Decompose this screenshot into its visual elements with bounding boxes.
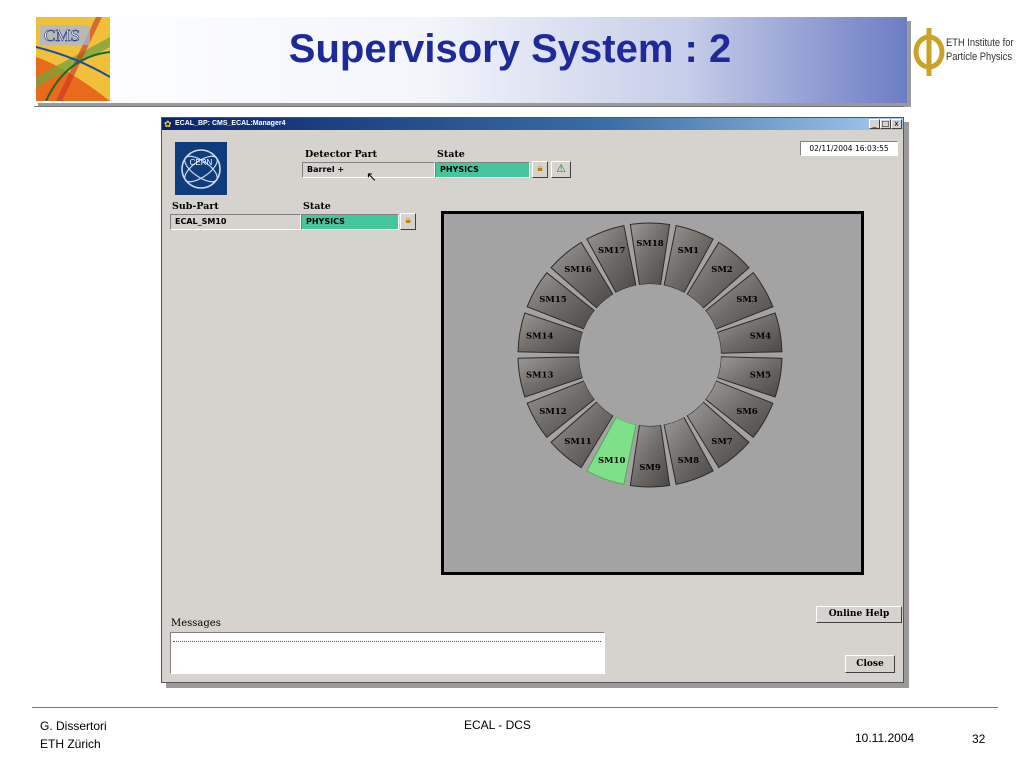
mouse-pointer-icon: ↖ <box>366 170 377 185</box>
sector-label-sm9: SM9 <box>639 463 661 473</box>
header-divider <box>34 106 904 107</box>
maximize-button[interactable]: □ <box>880 119 891 129</box>
detector-lock-button[interactable]: 🔒︎ <box>532 161 548 178</box>
sector-label-sm15: SM15 <box>539 295 566 305</box>
footer-institution: ETH Zürich <box>40 737 101 751</box>
window-titlebar[interactable]: ✿ ECAL_BP: CMS_ECAL:Manager4 _ □ x <box>162 118 903 130</box>
sector-label-sm13: SM13 <box>526 370 553 380</box>
footer-author: G. Dissertori <box>40 719 107 733</box>
detector-state-label: State <box>437 149 465 160</box>
close-button[interactable]: Close <box>845 655 895 673</box>
footer-date: 10.11.2004 <box>855 731 915 745</box>
minimize-button[interactable]: _ <box>869 119 880 129</box>
messages-divider <box>173 641 601 642</box>
online-help-button[interactable]: Online Help <box>816 606 902 623</box>
subpart-state-field: PHYSICS <box>301 214 399 230</box>
eth-logo-line1: ETH Institute for <box>946 37 1014 49</box>
subpart-state-label: State <box>303 201 331 212</box>
window-title: ECAL_BP: CMS_ECAL:Manager4 <box>175 120 286 127</box>
eth-logo-text: ETH Institute for Particle Physics <box>946 36 1014 64</box>
sector-label-sm16: SM16 <box>564 265 591 275</box>
cern-logo-text: CERN <box>190 158 213 167</box>
messages-area[interactable] <box>170 632 605 674</box>
warning-icon: ⚠ <box>556 162 566 175</box>
lock-icon: 🔒︎ <box>405 215 411 226</box>
barrel-inner-hole <box>579 284 721 426</box>
app-window: ✿ ECAL_BP: CMS_ECAL:Manager4 _ □ x CERN … <box>161 117 904 683</box>
lock-icon: 🔒︎ <box>537 163 543 174</box>
subpart-label: Sub-Part <box>172 201 219 212</box>
sector-label-sm10: SM10 <box>598 456 625 466</box>
sector-label-sm6: SM6 <box>736 407 758 417</box>
sector-sm18[interactable] <box>629 222 671 286</box>
messages-label: Messages <box>171 618 221 629</box>
subpart-field[interactable]: ECAL_SM10 <box>170 214 301 230</box>
sector-label-sm7: SM7 <box>711 437 733 447</box>
barrel-view-panel: SM1 SM2 SM3 SM4 SM5 SM6 SM7 SM8 SM9 SM10 SM11 SM12 S… <box>441 211 864 575</box>
subpart-lock-button[interactable]: 🔒︎ <box>400 213 416 230</box>
sector-label-sm4: SM4 <box>750 332 772 342</box>
footer-page-number: 32 <box>972 732 986 746</box>
slide-title: Supervisory System : 2 <box>288 27 732 71</box>
sector-label-sm8: SM8 <box>678 456 700 466</box>
detector-state-field: PHYSICS <box>435 162 530 178</box>
sector-label-sm3: SM3 <box>736 295 758 305</box>
datetime-display: 02/11/2004 16:03:55 <box>800 141 898 156</box>
cms-logo: CMS <box>36 17 110 101</box>
sector-sm9[interactable] <box>629 424 671 488</box>
sector-label-sm14: SM14 <box>526 332 553 342</box>
sector-label-sm17: SM17 <box>598 246 625 256</box>
close-window-button[interactable]: x <box>891 119 902 129</box>
sector-label-sm18: SM18 <box>636 239 663 249</box>
cern-logo: CERN <box>175 142 227 195</box>
footer-center: ECAL - DCS <box>464 718 531 732</box>
eth-logo-line2: Particle Physics <box>946 51 1012 63</box>
sector-label-sm5: SM5 <box>750 370 772 380</box>
footer-divider <box>32 707 998 708</box>
detector-part-label: Detector Part <box>305 149 377 160</box>
app-icon: ✿ <box>164 119 172 129</box>
barrel-wheel: SM1 SM2 SM3 SM4 SM5 SM6 SM7 SM8 SM9 SM10 SM11 SM12 S… <box>517 222 783 488</box>
sector-label-sm1: SM1 <box>678 246 700 256</box>
sector-label-sm11: SM11 <box>564 437 591 447</box>
cms-logo-text: CMS <box>44 26 80 45</box>
sector-label-sm2: SM2 <box>711 265 733 275</box>
sector-label-sm12: SM12 <box>539 407 566 417</box>
detector-warning-button[interactable]: ⚠ <box>551 161 571 178</box>
